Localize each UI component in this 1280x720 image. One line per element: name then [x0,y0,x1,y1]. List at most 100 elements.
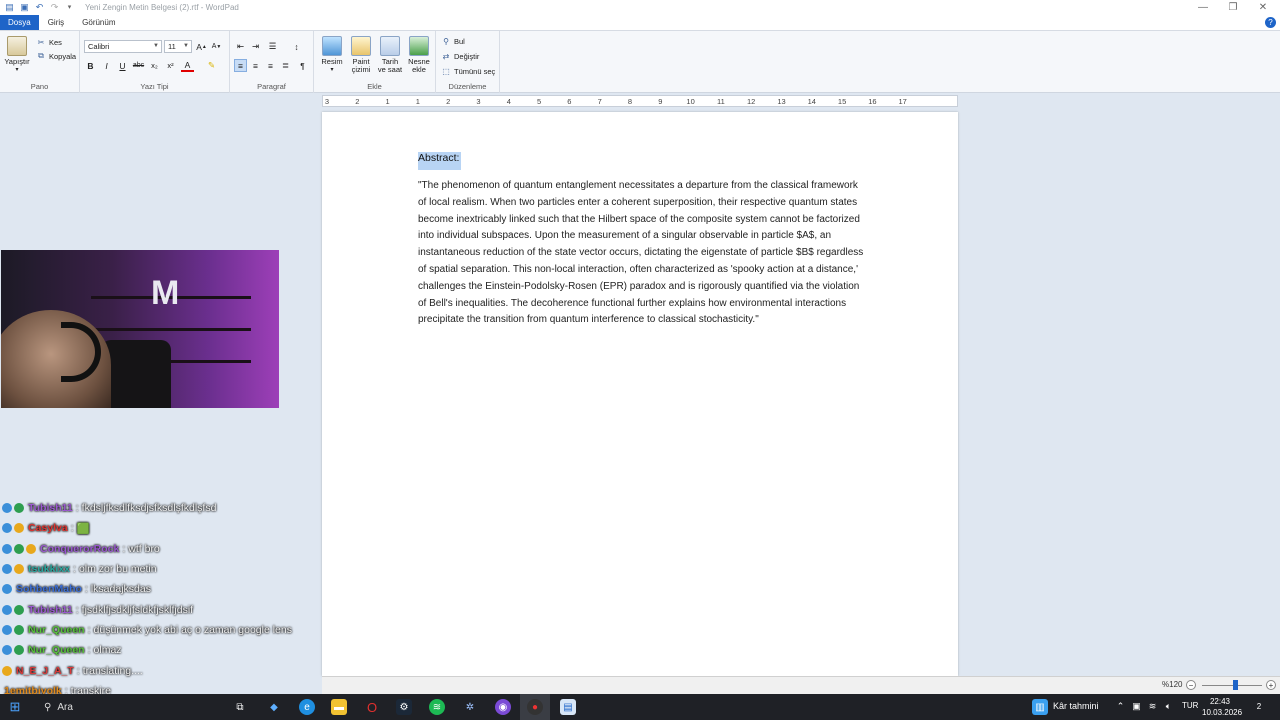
close-button[interactable]: ✕ [1248,0,1278,15]
zoom-slider-thumb[interactable] [1233,680,1238,690]
tab-home[interactable]: Giriş [39,15,73,30]
paste-button[interactable]: Yapıştır ▾ [4,36,30,74]
select-all-button[interactable]: ⬚ Tümünü seç [441,66,495,76]
chat-badge-icon [2,503,12,514]
chat-badge-icon [2,584,12,595]
paragraph-settings-icon[interactable]: ¶ [296,59,309,72]
chat-badge-icon [2,604,12,615]
chat-username: Nur_Queen [28,644,85,657]
tab-view[interactable]: Görünüm [73,15,124,30]
italic-button[interactable]: I [100,59,113,72]
clock[interactable]: 22:43 10.03.2026 [1202,696,1242,718]
replace-button[interactable]: ⇄ Değiştir [441,51,480,61]
find-button[interactable]: ⚲ Bul [441,36,465,46]
increase-indent-icon[interactable]: ⇥ [249,40,262,53]
chat-text: lksadajksdas [90,583,151,596]
redo-icon[interactable]: ↷ [49,2,60,13]
chat-separator: : [122,542,126,555]
tab-file[interactable]: Dosya [0,15,39,30]
title-bar: ▤ ▣ ↶ ↷ ▾ Yeni Zengin Metin Belgesi (2).… [0,0,1280,15]
chat-badge-icon [14,523,24,534]
bold-button[interactable]: B [84,59,97,72]
opera-icon[interactable]: O [364,699,380,715]
chat-badge-icon [14,503,24,514]
zoom-in-button[interactable]: + [1266,680,1276,690]
document-heading[interactable]: Abstract: [418,152,462,170]
chat-separator: : [87,623,91,636]
save-icon[interactable]: ▣ [19,2,30,13]
copy-button[interactable]: ⧉ Kopyala [36,51,76,61]
steam-icon[interactable]: ⚙ [396,699,412,715]
superscript-button[interactable]: x² [164,59,177,72]
undo-icon[interactable]: ↶ [34,2,45,13]
select-all-icon: ⬚ [442,66,450,76]
highlight-icon[interactable]: ✎ [205,59,218,72]
subscript-button[interactable]: x₂ [148,59,161,72]
grow-font-button[interactable]: A ▲ [195,40,208,53]
font-size-select[interactable]: 11 ▼ [164,40,192,53]
help-icon[interactable]: ? [1265,17,1276,28]
date-time-button[interactable]: Tarih ve saat [376,36,404,74]
spotify-icon[interactable]: ≋ [429,699,445,715]
maximize-button[interactable]: ❐ [1218,0,1248,15]
justify-icon[interactable]: ≣ [279,59,292,72]
webcam-overlay: M [1,250,279,408]
scissors-icon: ✂ [37,37,45,47]
discord-icon[interactable]: ◉ [495,699,511,715]
wifi-icon[interactable]: ≋ [1147,701,1158,712]
line-spacing-icon[interactable]: ↕ [290,40,303,53]
align-left-icon[interactable]: ≡ [234,59,247,72]
document-page[interactable]: Abstract: "The phenomenon of quantum ent… [322,112,958,676]
widgets-icon[interactable]: ◆ [266,699,282,715]
weather-icon[interactable]: ▥ [1032,699,1048,715]
font-family-select[interactable]: Calibri ▼ [84,40,162,53]
app-icon[interactable]: ▤ [4,2,15,13]
zoom-slider[interactable] [1202,685,1262,686]
insert-group-label: Ekle [367,82,382,91]
window-title: Yeni Zengin Metin Belgesi (2).rtf - Word… [85,3,239,12]
chat-text: 🟩 [76,522,90,535]
stream-chat: Tubish11: fkdsljfksdlfksdjsfksdlşfkdlşfsd… [0,498,320,720]
chevron-up-icon[interactable]: ⌃ [1115,701,1126,712]
ruler-tick-label: 4 [506,97,511,106]
chat-badge-icon [2,523,12,534]
zoom-out-button[interactable]: − [1186,680,1196,690]
ruler[interactable]: 3 2 1 1 2 3 4 5 6 7 8 9 10 11 12 13 14 15 16 17 [322,95,958,107]
minimize-button[interactable]: — [1188,0,1218,15]
underline-button[interactable]: U [116,59,129,72]
input-language[interactable]: TUR [1182,701,1198,710]
align-center-icon[interactable]: ≡ [249,59,262,72]
document-body[interactable]: "The phenomenon of quantum entanglement … [418,178,866,329]
weather-text[interactable]: Kâr tahmini [1053,701,1099,711]
obs-icon[interactable]: ● [527,699,543,715]
task-view-icon[interactable]: ⧉ [232,699,248,715]
strikethrough-button[interactable]: abc [132,59,145,72]
windows-start-icon[interactable]: ⊞ [7,699,23,715]
chat-text: olm zor bu metin [78,563,157,576]
settings-icon[interactable]: ✲ [462,699,478,715]
customize-quick-access-icon[interactable]: ▾ [64,2,75,13]
insert-object-button[interactable]: Nesne ekle [406,36,432,74]
network-monitor-icon[interactable]: ▣ [1131,701,1142,712]
chat-message: Casylva: 🟩 [0,518,320,538]
notification-icon[interactable]: 2 [1252,701,1266,712]
align-right-icon[interactable]: ≡ [264,59,277,72]
paste-icon [7,36,27,56]
zoom-level: %120 [1162,680,1183,689]
wordpad-icon[interactable]: ▤ [560,699,576,715]
decrease-indent-icon[interactable]: ⇤ [234,40,247,53]
paint-drawing-button[interactable]: Paint çizimi [348,36,374,74]
chevron-down-icon: ▼ [153,43,159,49]
taskbar-search[interactable]: ⚲ Ara [30,694,220,720]
edge-icon[interactable]: e [299,699,315,715]
chat-username: Nur_Queen [28,623,85,636]
shrink-font-button[interactable]: A ▼ [210,40,223,53]
cut-button[interactable]: ✂ Kes [36,37,62,47]
ruler-tick-label: 2 [355,97,360,106]
bullet-list-icon[interactable]: ☰ [266,40,279,53]
font-color-button[interactable]: A [181,59,194,72]
paragraph-group: ⇤ ⇥ ☰ ↕ ≡ ≡ ≡ ≣ ¶ Paragraf [230,31,314,93]
volume-icon[interactable]: 🔈︎ [1163,701,1174,712]
insert-picture-button[interactable]: Resim ▾ [320,36,344,74]
file-explorer-icon[interactable]: ▬ [331,699,347,715]
